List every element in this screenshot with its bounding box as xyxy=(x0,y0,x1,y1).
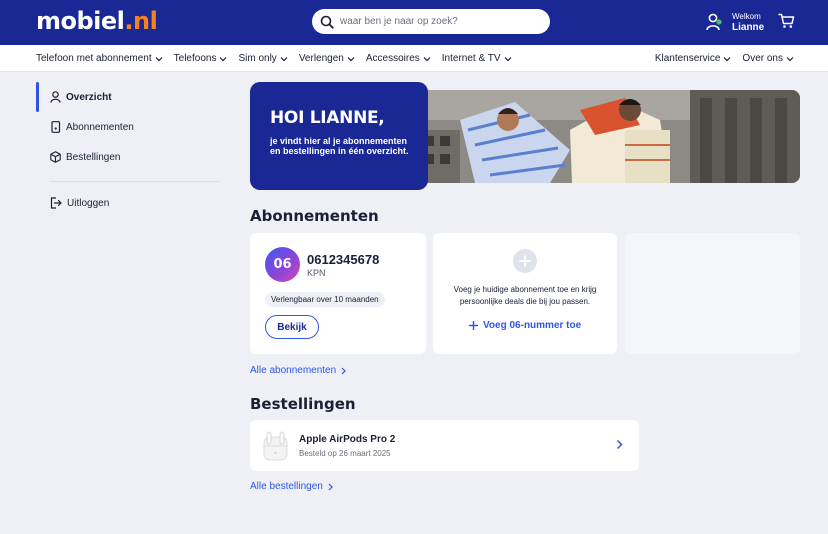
phone-number: 0612345678 xyxy=(307,252,380,267)
airpods-image xyxy=(263,431,288,461)
nav-label: Telefoon met abonnement xyxy=(36,53,152,64)
nav-label: Verlengen xyxy=(298,53,344,64)
banner-photo xyxy=(420,90,800,183)
add-number-label: Voeg 06-nummer toe xyxy=(483,320,582,331)
sidebar-item-overzicht[interactable]: Overzicht xyxy=(36,82,220,112)
sidebar-item-bestellingen[interactable]: Bestellingen xyxy=(36,142,220,172)
sidebar-item-label: Bestellingen xyxy=(66,151,121,163)
phone-icon xyxy=(51,121,61,133)
welcome-subtitle: je vindt hier al je abonnementen en best… xyxy=(270,136,409,156)
main-navigation: Telefoon met abonnement Telefoons Sim on… xyxy=(0,45,828,72)
add-subscription-icon[interactable] xyxy=(513,249,537,273)
add-subscription-text: Voeg je huidige abonnement toe en krijg … xyxy=(453,285,597,306)
chevron-down-icon xyxy=(723,56,731,61)
all-subscriptions-link[interactable]: Alle abonnementen xyxy=(250,365,347,376)
sidebar-item-abonnementen[interactable]: Abonnementen xyxy=(36,112,220,142)
logout-button[interactable]: Uitloggen xyxy=(36,188,220,218)
chevron-down-icon xyxy=(155,56,163,61)
chevron-down-icon xyxy=(220,56,227,61)
user-icon xyxy=(706,13,722,31)
add-number-link[interactable]: Voeg 06-nummer toe xyxy=(469,320,581,331)
top-bar: mobiel.nl Welkom Lianne xyxy=(0,0,828,45)
account-sidebar: Overzicht Abonnementen Bestellingen Uitl… xyxy=(36,82,220,218)
nav-item-telefoon-met-abonnement[interactable]: Telefoon met abonnement xyxy=(36,53,163,64)
order-date: Besteld op 26 maart 2025 xyxy=(299,449,391,458)
chevron-right-icon xyxy=(341,367,347,374)
airpods-thumbnail xyxy=(262,429,289,462)
nav-item-klantenservice[interactable]: Klantenservice xyxy=(655,53,732,64)
order-item[interactable]: Apple AirPods Pro 2 Besteld op 26 maart … xyxy=(250,420,639,471)
nav-item-over-ons[interactable]: Over ons xyxy=(742,53,794,64)
logo[interactable]: mobiel.nl xyxy=(36,7,158,35)
chevron-right-icon xyxy=(328,483,333,490)
subscription-card: 06 0612345678 KPN Verlengbaar over 10 ma… xyxy=(250,233,426,354)
user-name: Lianne xyxy=(732,22,765,33)
banner-illustration xyxy=(420,90,800,183)
nav-item-internet-tv[interactable]: Internet & TV xyxy=(442,53,512,64)
plus-icon xyxy=(519,255,531,267)
account-greeting: Welkom Lianne xyxy=(732,11,764,33)
sidebar-item-label: Abonnementen xyxy=(66,121,134,133)
cart-button[interactable] xyxy=(778,13,795,34)
nav-item-sim-only[interactable]: Sim only xyxy=(238,53,288,64)
nav-item-verlengen[interactable]: Verlengen xyxy=(299,53,355,64)
nav-label: Sim only xyxy=(238,53,277,64)
all-orders-label: Alle bestellingen xyxy=(250,481,323,492)
search-bar[interactable] xyxy=(312,9,550,34)
logout-icon xyxy=(50,197,62,209)
sidebar-divider xyxy=(50,181,220,182)
user-icon xyxy=(50,91,61,103)
nav-label: Accessoires xyxy=(365,53,420,64)
renewal-badge: Verlengbaar over 10 maanden xyxy=(265,292,385,307)
welcome-panel: HOI LIANNE, je vindt hier al je abonneme… xyxy=(250,82,428,190)
view-subscription-button[interactable]: Bekijk xyxy=(265,315,319,339)
logo-tld: .nl xyxy=(124,7,158,35)
subscription-avatar: 06 xyxy=(265,247,300,282)
nav-right: Klantenservice Over ons xyxy=(644,45,794,72)
nav-label: Klantenservice xyxy=(654,53,721,64)
all-subscriptions-label: Alle abonnementen xyxy=(250,365,337,376)
nav-label: Over ons xyxy=(742,53,783,64)
chevron-right-icon xyxy=(616,439,623,450)
all-orders-link[interactable]: Alle bestellingen xyxy=(250,481,333,492)
welcome-title: HOI LIANNE, xyxy=(270,108,385,128)
chevron-down-icon xyxy=(347,56,355,61)
nav-item-telefoons[interactable]: Telefoons xyxy=(174,53,228,64)
order-title: Apple AirPods Pro 2 xyxy=(299,434,396,445)
logout-label: Uitloggen xyxy=(67,197,110,209)
box-icon xyxy=(50,151,61,163)
chevron-down-icon xyxy=(786,56,794,61)
nav-label: Telefoons xyxy=(173,53,217,64)
plus-icon xyxy=(469,321,478,330)
nav-left: Telefoon met abonnement Telefoons Sim on… xyxy=(36,45,523,72)
welcome-label: Welkom xyxy=(732,12,761,21)
empty-subscription-slot xyxy=(625,233,800,354)
sidebar-item-label: Overzicht xyxy=(66,91,112,103)
search-input[interactable] xyxy=(340,16,540,27)
account-button[interactable]: Welkom Lianne xyxy=(706,11,764,33)
cart-icon xyxy=(778,13,795,28)
chevron-down-icon xyxy=(504,56,511,61)
logo-text: mobiel xyxy=(36,7,125,35)
provider-name: KPN xyxy=(307,268,326,278)
orders-heading: Bestellingen xyxy=(250,395,356,413)
chevron-down-icon xyxy=(423,56,431,61)
chevron-down-icon xyxy=(280,56,288,61)
subscriptions-heading: Abonnementen xyxy=(250,207,379,225)
nav-item-accessoires[interactable]: Accessoires xyxy=(366,53,431,64)
welcome-banner: HOI LIANNE, je vindt hier al je abonneme… xyxy=(250,82,800,190)
nav-label: Internet & TV xyxy=(441,53,501,64)
search-icon xyxy=(320,15,334,29)
add-subscription-card: Voeg je huidige abonnement toe en krijg … xyxy=(433,233,617,354)
